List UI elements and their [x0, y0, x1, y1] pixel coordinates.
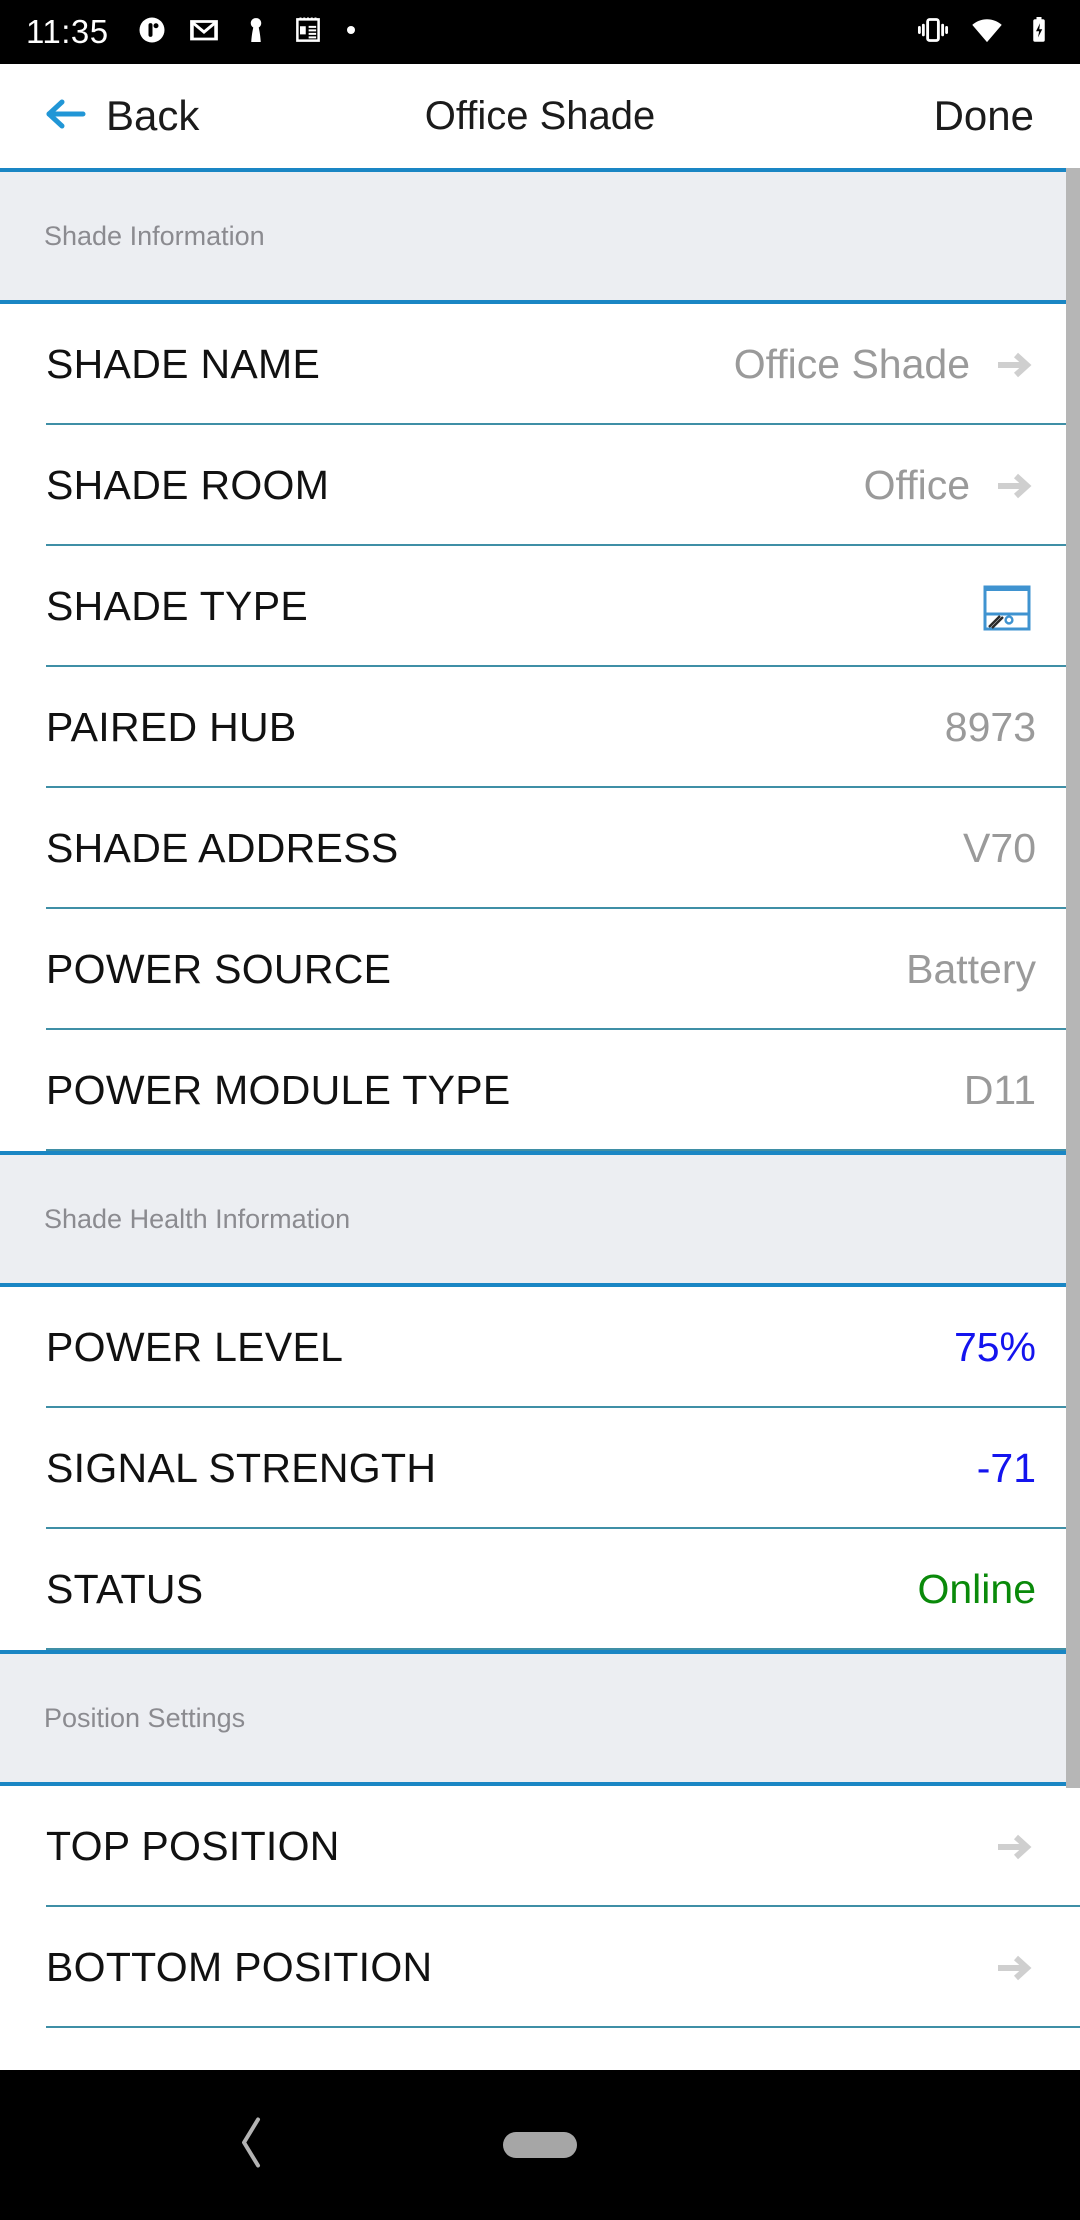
row-accessory-group: [992, 1829, 1036, 1865]
vibrate-icon: [916, 13, 950, 52]
row-label: SIGNAL STRENGTH: [46, 1445, 437, 1491]
status-badge: Online: [917, 1566, 1036, 1612]
row-accessory-group: Online: [917, 1566, 1036, 1613]
row-value: D11: [963, 1067, 1036, 1113]
section-header-position-settings: Position Settings: [0, 1650, 1080, 1786]
row-value: -71: [976, 1445, 1036, 1491]
row-power-source: POWER SOURCE Battery: [0, 909, 1080, 1030]
row-value: Battery: [906, 946, 1036, 992]
row-accessory-group: [992, 1950, 1036, 1986]
battery-charging-icon: [1024, 15, 1054, 50]
row-accessory-group: 75%: [954, 1324, 1036, 1371]
row-power-level: POWER LEVEL 75%: [0, 1287, 1080, 1408]
row-label: TOP POSITION: [46, 1823, 340, 1869]
system-navigation-bar: [0, 2070, 1080, 2220]
arrow-right-icon[interactable]: [992, 1950, 1036, 1986]
row-label: STATUS: [46, 1566, 204, 1612]
row-accessory-group: -71: [977, 1445, 1036, 1492]
section-header-label: Shade Health Information: [44, 1203, 351, 1234]
gmail-icon: [189, 15, 219, 50]
row-bottom-position[interactable]: BOTTOM POSITION: [0, 1907, 1080, 2028]
arrow-right-icon[interactable]: [992, 468, 1036, 504]
row-label: SHADE NAME: [46, 341, 321, 387]
row-label: SHADE ADDRESS: [46, 825, 399, 871]
row-signal-strength: SIGNAL STRENGTH -71: [0, 1408, 1080, 1529]
navigation-bar: Back Office Shade Done: [0, 64, 1080, 168]
back-button[interactable]: Back: [0, 92, 199, 140]
app-screen: 11:35 Back Office Shade Done Shade Infor…: [0, 0, 1080, 2220]
row-value: V70: [963, 825, 1036, 871]
section-header-shade-health-information: Shade Health Information: [0, 1151, 1080, 1287]
back-button-label: Back: [106, 92, 200, 139]
section-header-label: Position Settings: [44, 1702, 246, 1733]
row-label: POWER MODULE TYPE: [46, 1067, 511, 1113]
row-label: SHADE ROOM: [46, 462, 330, 508]
row-label: BOTTOM POSITION: [46, 1944, 433, 1990]
arrow-right-icon[interactable]: [992, 347, 1036, 383]
dot-icon: [345, 23, 357, 41]
row-shade-type[interactable]: SHADE TYPE: [0, 546, 1080, 667]
status-bar: 11:35: [0, 0, 1080, 64]
row-value: Office: [863, 462, 970, 508]
status-bar-clock: 11:35: [26, 13, 109, 50]
chess-pawn-icon: [241, 15, 271, 50]
row-label: SHADE TYPE: [46, 583, 308, 629]
section-header-label: Shade Information: [44, 220, 265, 251]
row-accessory-group: [978, 578, 1036, 636]
arrow-right-icon[interactable]: [992, 1829, 1036, 1865]
scrollbar-thumb[interactable]: [1066, 168, 1080, 1788]
row-accessory-group: D11: [964, 1067, 1036, 1114]
row-power-module-type: POWER MODULE TYPE D11: [0, 1030, 1080, 1151]
row-accessory-group: V70: [963, 825, 1036, 872]
row-accessory-group: Battery: [906, 946, 1036, 993]
home-pill-indicator[interactable]: [503, 2132, 577, 2158]
row-accessory-group: Office: [864, 462, 1036, 509]
row-value: 75%: [953, 1324, 1036, 1370]
roller-shade-icon[interactable]: [978, 578, 1036, 636]
row-label: POWER LEVEL: [46, 1324, 344, 1370]
row-shade-address: SHADE ADDRESS V70: [0, 788, 1080, 909]
done-button[interactable]: Done: [934, 92, 1080, 140]
calendar-icon: [293, 15, 323, 50]
status-bar-system-icons: [916, 13, 1054, 52]
chevron-left-icon[interactable]: [234, 2114, 268, 2177]
row-label: PAIRED HUB: [46, 704, 297, 750]
arrow-left-icon: [44, 94, 90, 139]
row-paired-hub: PAIRED HUB 8973: [0, 667, 1080, 788]
row-status: STATUS Online: [0, 1529, 1080, 1650]
scrollbar-track[interactable]: [1066, 168, 1080, 2070]
row-accessory-group: Office Shade: [734, 341, 1036, 388]
status-bar-notification-icons: [137, 15, 357, 50]
row-shade-room[interactable]: SHADE ROOM Office: [0, 425, 1080, 546]
row-label: POWER SOURCE: [46, 946, 392, 992]
wifi-icon: [970, 13, 1004, 52]
row-accessory-group: 8973: [945, 704, 1036, 751]
settings-list: Shade Information SHADE NAME Office Shad…: [0, 168, 1080, 2070]
section-header-shade-information: Shade Information: [0, 168, 1080, 304]
clock-app-icon: [137, 15, 167, 50]
row-top-position[interactable]: TOP POSITION: [0, 1786, 1080, 1907]
row-value: 8973: [944, 704, 1036, 750]
row-shade-name[interactable]: SHADE NAME Office Shade: [0, 304, 1080, 425]
row-value: Office Shade: [733, 341, 970, 387]
